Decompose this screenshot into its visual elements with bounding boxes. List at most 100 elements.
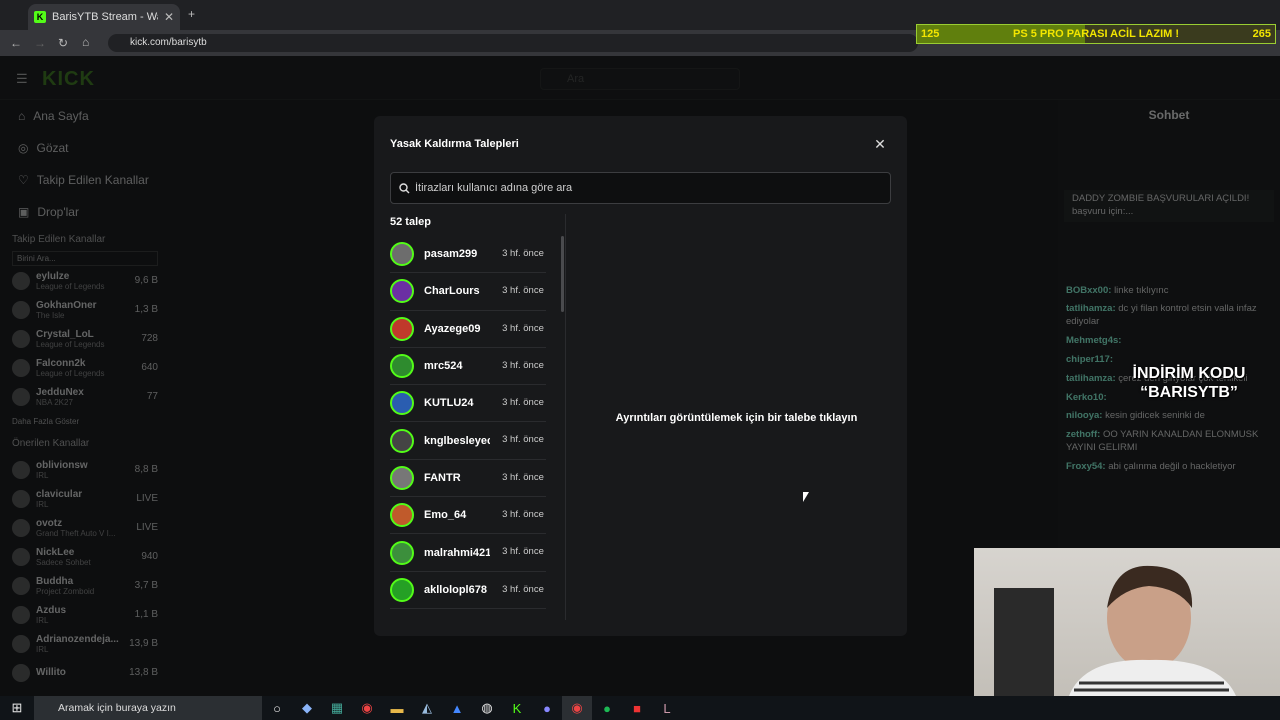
app3-icon[interactable]: ■ (622, 696, 652, 720)
app2-icon[interactable]: ▲ (442, 696, 472, 720)
new-tab-icon[interactable]: + (188, 7, 195, 21)
details-hint: Ayrıntıları görüntülemek için bir talebe… (615, 412, 858, 424)
taskbar-search-text: Aramak için buraya yazın (58, 702, 176, 714)
chat-username[interactable]: BOBxx00: (1066, 285, 1111, 296)
chat-username[interactable]: Mehmetg4s: (1066, 335, 1121, 346)
home-icon[interactable]: ⌂ (82, 35, 89, 49)
request-username: Emo_64 (424, 509, 467, 522)
close-tab-icon[interactable]: ✕ (164, 10, 174, 24)
store-icon[interactable]: ▦ (322, 696, 352, 720)
followed-search[interactable]: Birini Ara... (12, 251, 158, 266)
chat-username[interactable]: Kerko10: (1066, 392, 1107, 403)
appeal-search-field[interactable] (390, 172, 891, 204)
channel-item[interactable]: GokhanOner The Isle 1,3 B (0, 295, 170, 324)
list-scrollbar[interactable] (561, 236, 564, 312)
channel-item[interactable]: eylulze League of Legends 9,6 B (0, 266, 170, 295)
channel-item[interactable]: Buddha Project Zomboid 3,7 B (0, 571, 170, 600)
request-avatar (390, 391, 414, 416)
steam-icon[interactable]: ◭ (412, 696, 442, 720)
channel-name: JedduNex (36, 386, 84, 398)
goal-text: PS 5 PRO PARASI ACİL LAZIM ! (1012, 28, 1180, 40)
channel-info: oblivionsw IRL (36, 460, 88, 480)
channel-category: League of Legends (36, 281, 105, 291)
request-time: 3 hf. önce (502, 397, 544, 409)
close-icon[interactable]: ✕ (872, 136, 888, 152)
channel-item[interactable]: Willito 13,8 B (0, 658, 170, 687)
request-row[interactable]: knglbesleyeci 3 hf. önce (390, 422, 546, 460)
channel-info: Willito (36, 667, 66, 678)
request-row[interactable]: KUTLU24 3 hf. önce (390, 385, 546, 423)
chat-username[interactable]: nilooya: (1066, 410, 1102, 421)
chat-username[interactable]: tatlihamza: (1066, 373, 1116, 384)
channel-name: Buddha (36, 575, 74, 587)
nav-home[interactable]: ⌂ Ana Sayfa (0, 100, 170, 132)
request-row[interactable]: akllolopl678 3 hf. önce (390, 572, 546, 609)
channel-avatar (12, 518, 30, 537)
compass-icon: ◎ (18, 141, 29, 155)
request-time: 3 hf. önce (502, 546, 544, 558)
league-icon[interactable]: L (652, 696, 682, 720)
taskbar-search[interactable]: Aramak için buraya yazın (34, 696, 262, 720)
appeal-search-input[interactable] (415, 182, 875, 194)
channel-item[interactable]: JedduNex NBA 2K27 77 (0, 382, 170, 411)
request-row[interactable]: FANTR 3 hf. önce (390, 460, 546, 498)
nav-following[interactable]: ♡ Takip Edilen Kanallar (0, 164, 170, 196)
chrome-icon[interactable]: ◉ (352, 696, 382, 720)
streamer-silhouette (994, 565, 1236, 696)
task-view-icon[interactable]: ○ (262, 696, 292, 720)
back-icon[interactable]: ← (10, 36, 22, 50)
request-row[interactable]: Emo_64 3 hf. önce (390, 497, 546, 535)
kick-app-icon[interactable]: K (502, 696, 532, 720)
heart-icon: ♡ (18, 173, 29, 187)
channel-info: eylulze League of Legends (36, 271, 105, 291)
spotify-icon[interactable]: ● (592, 696, 622, 720)
browser-tab[interactable]: K BarisYTB Stream - Watch Live o ✕ (28, 4, 180, 30)
channel-item[interactable]: oblivionsw IRL 8,8 B (0, 455, 170, 484)
request-time: 3 hf. önce (502, 322, 544, 334)
channel-item[interactable]: Falconn2k League of Legends 640 (0, 353, 170, 382)
show-more[interactable]: Daha Fazla Göster (0, 411, 170, 432)
channel-name: oblivionsw (36, 459, 88, 471)
chrome-active-icon[interactable]: ◉ (562, 696, 592, 720)
channel-viewers: 940 (141, 551, 158, 562)
forward-icon[interactable]: → (34, 36, 46, 50)
channel-name: Falconn2k (36, 357, 86, 369)
obs-icon[interactable]: ◍ (472, 696, 502, 720)
request-row[interactable]: CharLours 3 hf. önce (390, 273, 546, 311)
menu-icon[interactable]: ☰ (16, 71, 28, 87)
discord-icon[interactable]: ● (532, 696, 562, 720)
chat-username[interactable]: zethoff: (1066, 429, 1100, 440)
request-row[interactable]: malrahmi4212 3 hf. önce (390, 534, 546, 572)
channel-item[interactable]: Adrianozendeja... IRL 13,9 B (0, 629, 170, 658)
chat-username[interactable]: Froxy54: (1066, 461, 1106, 472)
channel-item[interactable]: Azdus IRL 1,1 B (0, 600, 170, 629)
channel-item[interactable]: clavicular IRL LIVE (0, 484, 170, 513)
request-row[interactable]: Ayazege09 3 hf. önce (390, 311, 546, 348)
channel-item[interactable]: Crystal_LoL League of Legends 728 (0, 324, 170, 353)
folder-icon[interactable]: ▬ (382, 696, 412, 720)
url-field[interactable]: kick.com/barisytb (108, 34, 918, 52)
kick-logo[interactable]: KICK (42, 68, 95, 91)
channel-category: Sadece Sohbet (36, 557, 91, 567)
request-avatar (390, 465, 414, 490)
request-row[interactable]: pasam299 3 hf. önce (390, 236, 546, 274)
tab-title: BarisYTB Stream - Watch Live o (52, 11, 158, 23)
chat-username[interactable]: tatlihamza: (1066, 303, 1116, 314)
site-search-input[interactable]: Ara (540, 68, 740, 90)
reload-icon[interactable]: ↻ (58, 36, 68, 50)
nav-browse[interactable]: ◎ Gözat (0, 132, 170, 164)
channel-viewers: 8,8 B (134, 464, 158, 475)
windows-start-icon[interactable]: ⊞ (2, 696, 32, 720)
nav-drops[interactable]: ▣ Drop'lar (0, 196, 170, 228)
channel-avatar (12, 358, 30, 377)
channel-item[interactable]: NickLee Sadece Sohbet 940 (0, 542, 170, 571)
chat-username[interactable]: chiper117: (1066, 354, 1113, 365)
chat-message: Mehmetg4s: (1058, 332, 1280, 351)
channel-viewers: 1,1 B (134, 609, 158, 620)
app-icon[interactable]: ◆ (292, 696, 322, 720)
request-row[interactable]: mrc524 3 hf. önce (390, 348, 546, 386)
request-time: 3 hf. önce (502, 471, 544, 483)
channel-avatar (12, 300, 30, 319)
channel-item[interactable]: ovotz Grand Theft Auto V I... LIVE (0, 513, 170, 542)
request-avatar (390, 316, 414, 341)
